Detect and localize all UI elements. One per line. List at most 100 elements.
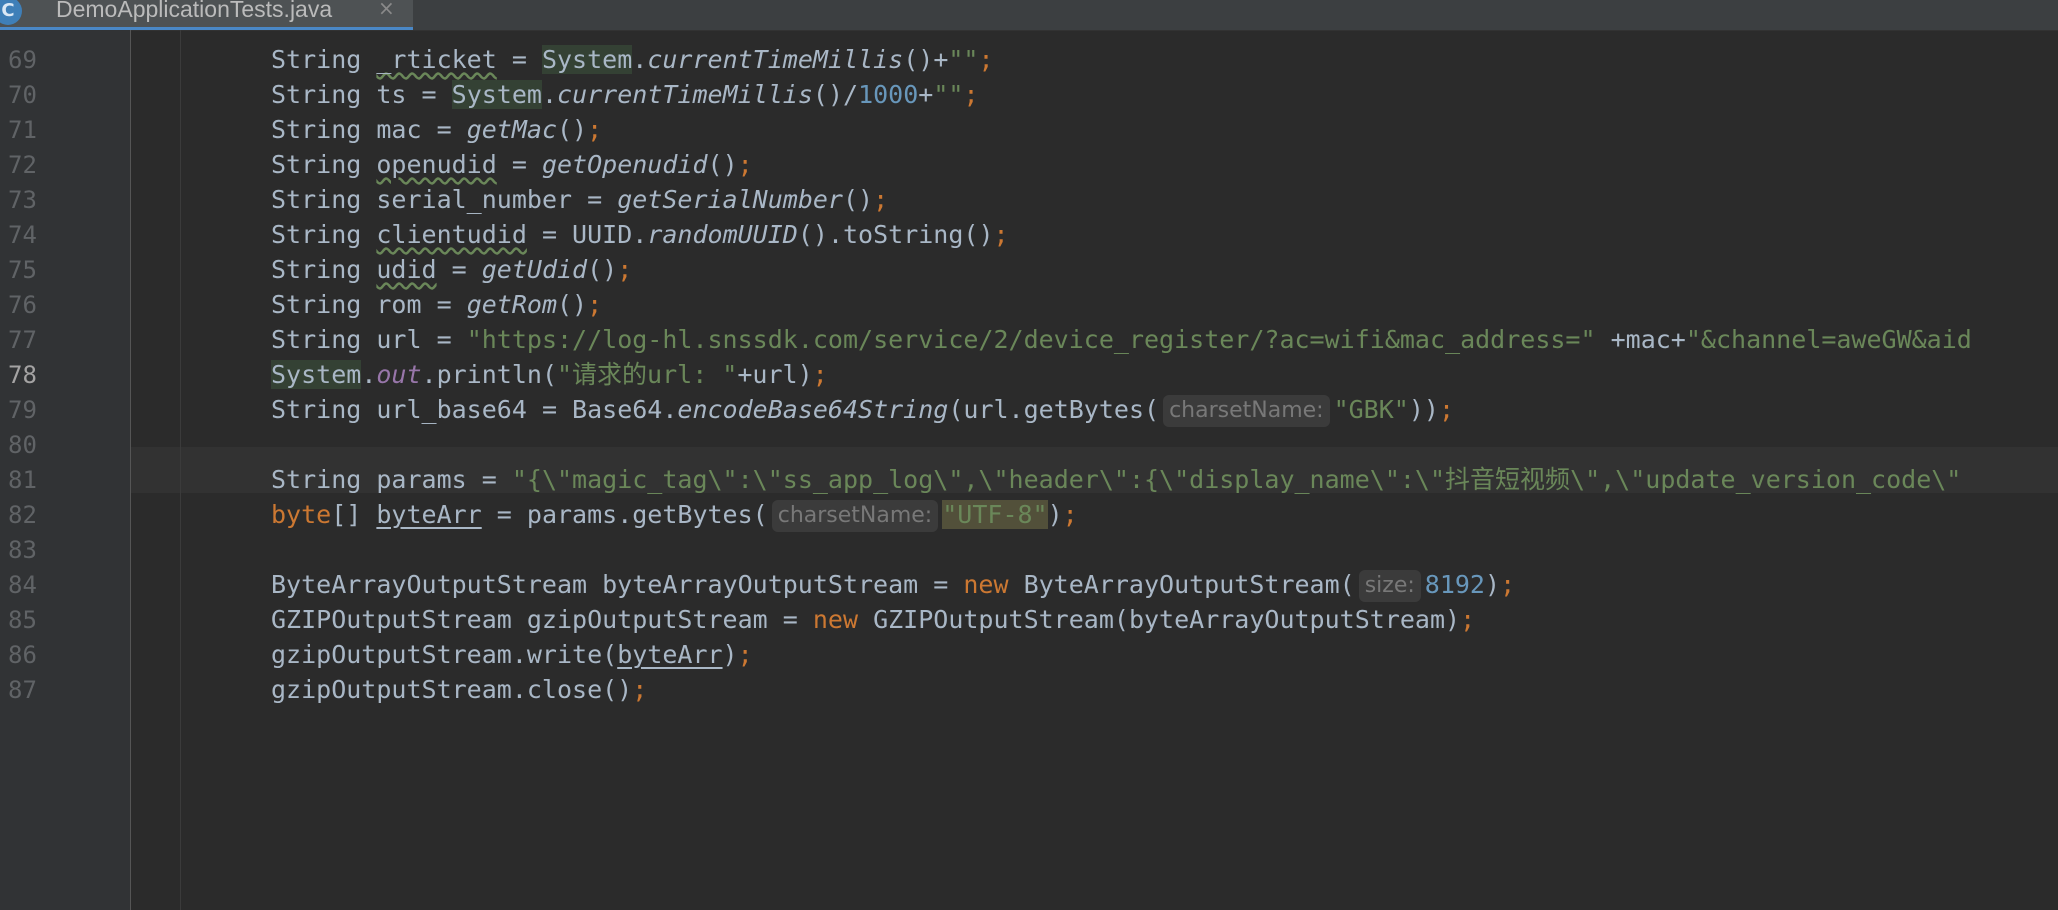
code-token: 1000 [858,80,919,109]
code-token: ; [587,115,603,144]
code-token: getMac [466,115,557,144]
code-token: ) [1485,570,1501,599]
code-token: .toString() [827,220,994,249]
tab-demo-application-tests[interactable]: C DemoApplicationTests.java × [0,0,413,30]
code-token: rom [376,290,422,319]
code-token: ; [1460,605,1476,634]
code-token: String [271,150,362,179]
code-token: String [271,290,362,319]
code-token: .println( [421,360,557,389]
parameter-hint: charsetName: [771,500,939,532]
code-token: ; [617,255,633,284]
code-token: ; [963,80,979,109]
code-token: . [632,45,648,74]
code-token: () [842,185,874,214]
code-token: = [436,255,482,284]
code-line-82[interactable]: byte[] byteArr = params.getBytes(charset… [271,492,1078,538]
code-token: gzipOutputStream.close() [271,675,633,704]
code-token: ) [722,640,738,669]
code-token: currentTimeMillis [647,45,904,74]
code-token: = params.getBytes( [481,500,768,529]
code-token: ByteArrayOutputStream( [1008,570,1355,599]
code-token: getOpenudid [541,150,708,179]
code-token: ; [632,675,648,704]
code-token: mac [376,115,422,144]
tab-filename: DemoApplicationTests.java [56,0,333,22]
code-token: clientudid [376,220,527,249]
code-token: (url.getBytes( [948,395,1160,424]
code-token: ; [587,290,603,319]
code-token: ; [812,360,828,389]
code-token: () [797,220,828,249]
code-token: String [271,80,362,109]
code-token: getSerialNumber [617,185,843,214]
code-token: [] [331,500,377,529]
code-token: ; [1062,500,1078,529]
code-token: + [933,45,949,74]
code-token: byteArr [617,640,723,669]
code-token: "" [948,45,979,74]
code-token: UUID. [572,220,648,249]
code-token: new [963,570,1009,599]
code-token: new [812,605,859,634]
code-token: "请求的url: " [557,360,738,389]
code-token: GZIPOutputStream(byteArrayOutputStream) [858,605,1461,634]
code-token: byte [271,500,332,529]
parameter-hint: charsetName: [1163,395,1330,427]
code-line-87[interactable]: gzipOutputStream.close(); [271,667,647,713]
code-token: String [271,465,362,494]
code-token: = [406,80,452,109]
code-token: System [541,45,633,74]
code-token: "" [933,80,964,109]
code-token: ; [737,640,753,669]
code-token: () [587,255,618,284]
code-token: String [271,395,362,424]
code-token: 8192 [1424,570,1485,599]
code-token: _rticket [376,45,497,74]
code-token: . [541,80,558,109]
code-token: () [557,290,588,319]
code-token: gzipOutputStream.write( [271,640,618,669]
code-token: )) [1408,395,1439,424]
code-token: String [271,255,362,284]
code-token: = [526,395,573,424]
code-token: = [572,185,618,214]
code-token: String [271,185,362,214]
code-line-79[interactable]: String url_base64 = Base64.encodeBase64S… [271,387,1454,433]
code-token: ; [978,45,994,74]
code-token: String [271,115,362,144]
code-token: "UTF-8" [942,500,1048,529]
code-token: currentTimeMillis [557,80,813,109]
code-token: Base64. [572,395,678,424]
code-token: ; [737,150,753,179]
code-token: encodeBase64String [677,395,949,424]
code-token: byteArr [376,500,482,529]
code-token: () [707,150,738,179]
code-token: = [421,325,467,354]
code-token: = [496,45,542,74]
code-token: = [526,220,573,249]
code-token: = [466,465,512,494]
code-token: = [421,115,467,144]
code-token: String [271,45,362,74]
code-token: () [557,115,588,144]
close-icon[interactable]: × [378,0,395,20]
code-token: serial_number [376,185,573,214]
editor-tab-bar: C DemoApplicationTests.java × [0,0,2058,31]
code-token: () [812,80,843,109]
java-class-icon: C [0,0,22,25]
code-token: url [376,325,422,354]
code-token: "&channel=aweGW&aid [1685,325,1972,354]
code-token: / [843,80,859,109]
code-token: +url) [737,360,813,389]
code-token: ; [873,185,889,214]
code-token: ts [376,80,407,109]
code-token: "GBK" [1333,395,1409,424]
code-token: System [271,360,362,389]
code-token: openudid [376,150,497,179]
code-token: "https://log-hl.snssdk.com/service/2/dev… [466,325,1596,354]
code-token: getRom [466,290,557,319]
code-token: ByteArrayOutputStream byteArrayOutputStr… [271,570,964,599]
code-token: +mac+ [1595,325,1686,354]
code-token: ; [1438,395,1455,424]
